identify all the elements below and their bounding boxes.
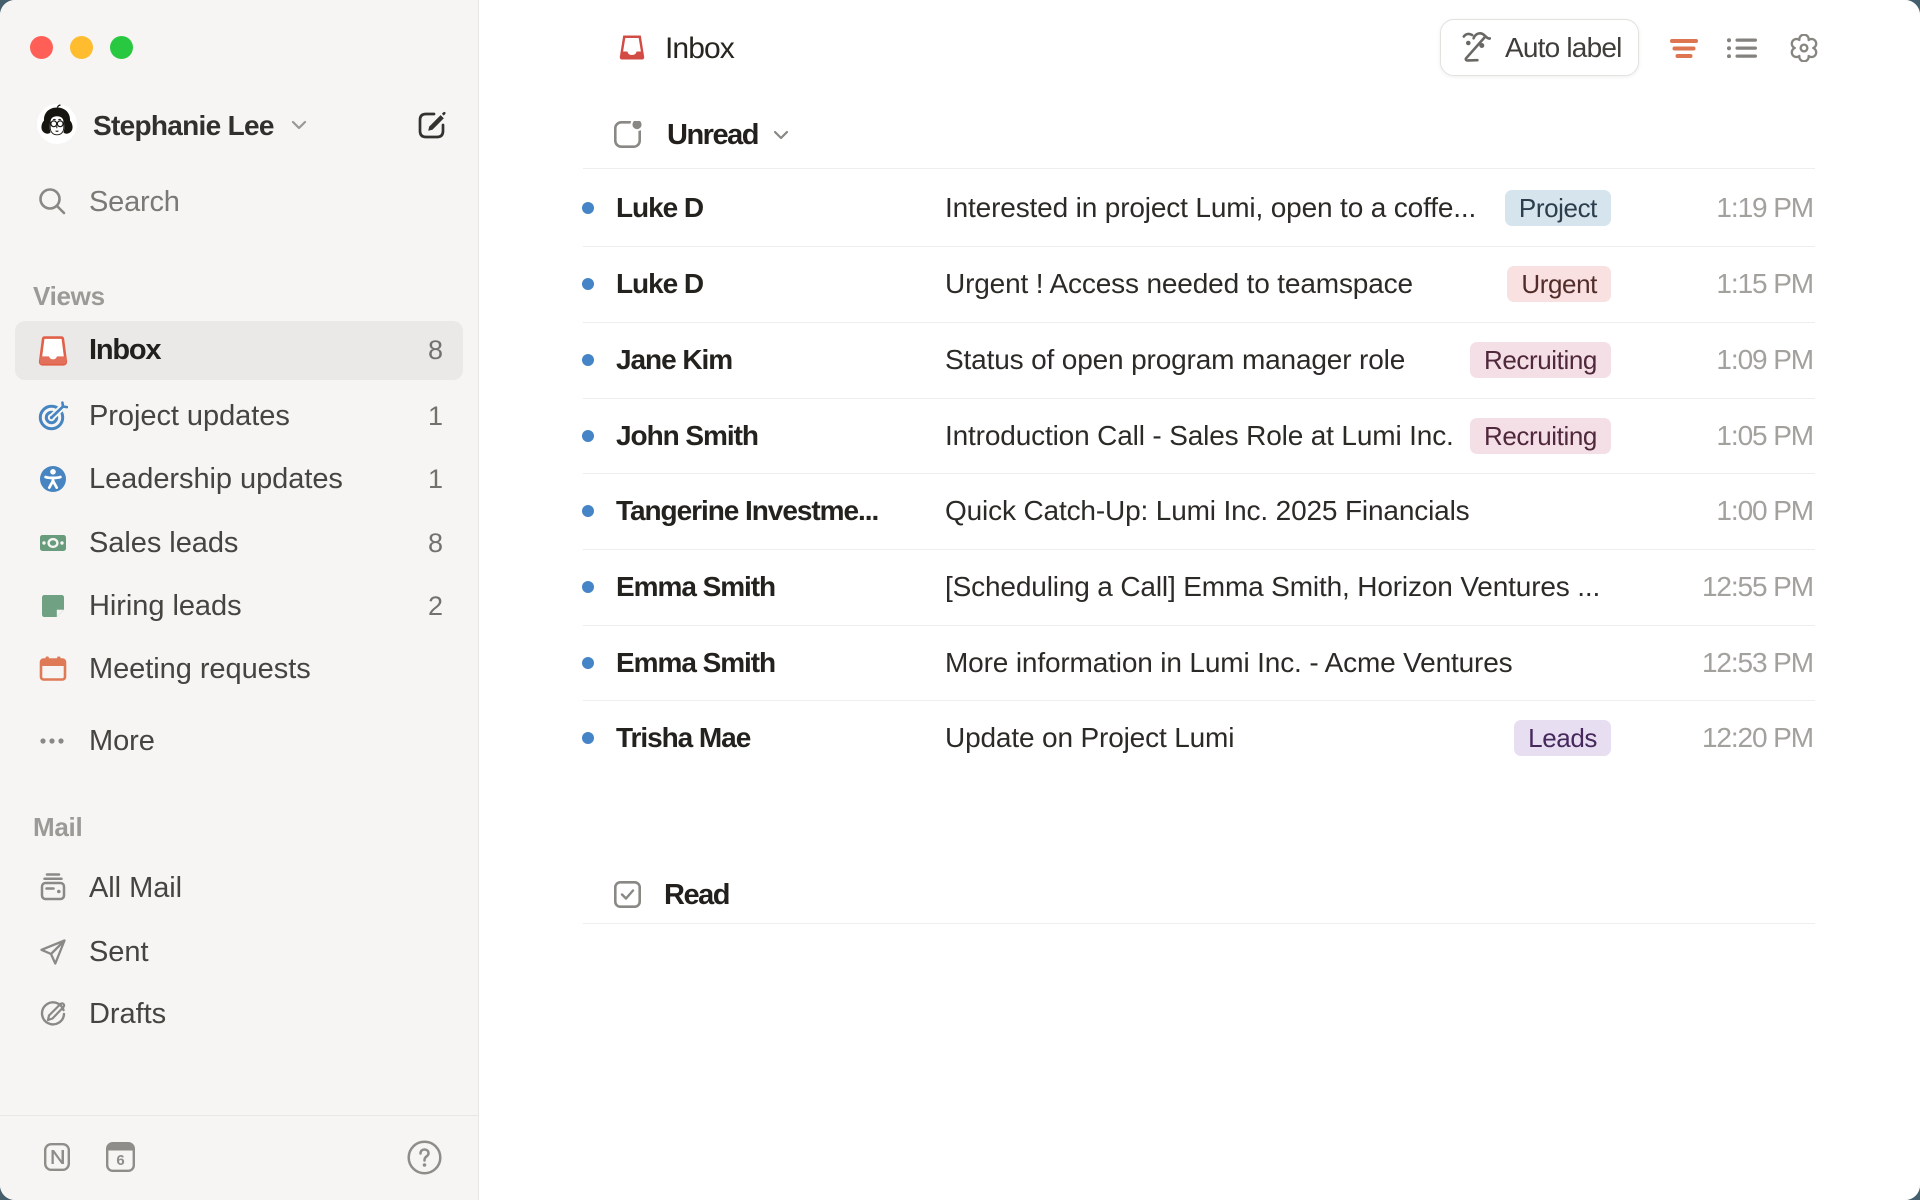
svg-text:6: 6 bbox=[116, 1152, 124, 1169]
